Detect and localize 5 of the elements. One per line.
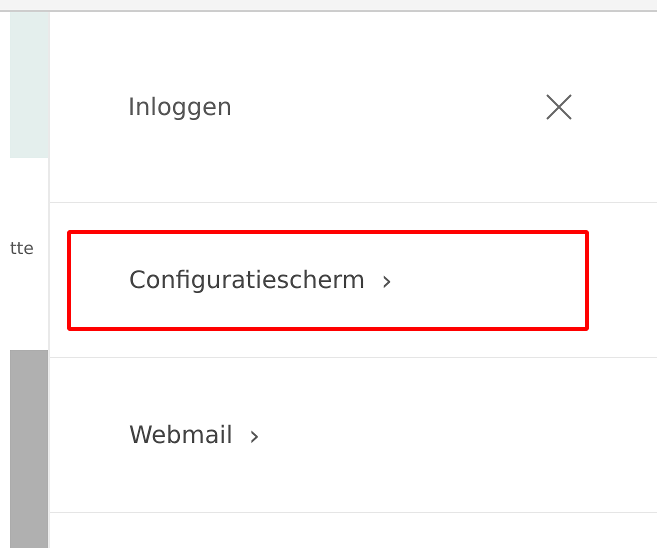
menu-link[interactable]: Webmail ›: [67, 384, 284, 486]
close-icon[interactable]: [546, 94, 572, 120]
cut-text: tte: [10, 239, 34, 259]
panel-title: Inloggen: [128, 93, 232, 121]
menu-link[interactable]: Configuratiescherm ›: [67, 230, 589, 330]
